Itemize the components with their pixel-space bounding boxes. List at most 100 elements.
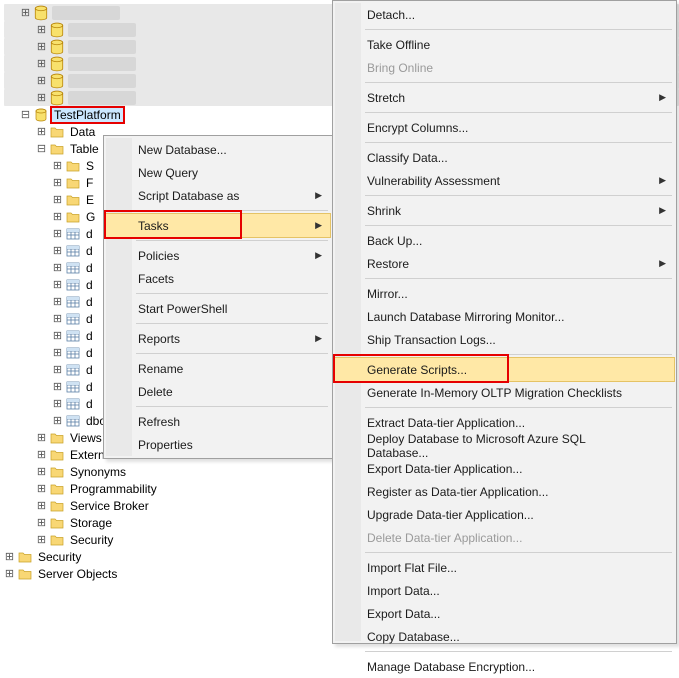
tree-node-label[interactable]: d — [84, 244, 95, 258]
menu-item-vulnerability-assessment[interactable]: Vulnerability Assessment▶ — [335, 169, 674, 192]
expander-icon[interactable] — [36, 466, 47, 477]
menu-item-back-up[interactable]: Back Up... — [335, 229, 674, 252]
expander-icon[interactable] — [52, 330, 63, 341]
expander-icon[interactable] — [36, 483, 47, 494]
menu-item-classify-data[interactable]: Classify Data... — [335, 146, 674, 169]
tree-node-label[interactable]: d — [84, 278, 95, 292]
expander-icon[interactable] — [52, 381, 63, 392]
expander-icon[interactable] — [52, 364, 63, 375]
menu-item-rename[interactable]: Rename — [106, 357, 330, 380]
tree-node-label[interactable]: d — [84, 261, 95, 275]
menu-item-export-data-tier-application[interactable]: Export Data-tier Application... — [335, 457, 674, 480]
menu-item-export-data[interactable]: Export Data... — [335, 602, 674, 625]
menu-item-start-powershell[interactable]: Start PowerShell — [106, 297, 330, 320]
expander-icon[interactable] — [52, 245, 63, 256]
expander-icon[interactable] — [52, 194, 63, 205]
tree-node-label[interactable]: Programmability — [68, 482, 159, 496]
expander-icon[interactable] — [52, 211, 63, 222]
menu-item-label: Upgrade Data-tier Application... — [367, 508, 534, 522]
tree-node-label[interactable]: Security — [68, 533, 115, 547]
menu-item-generate-scripts[interactable]: Generate Scripts... — [335, 358, 674, 381]
tree-node-label[interactable]: d — [84, 295, 95, 309]
expander-icon[interactable] — [36, 534, 47, 545]
tree-node-label[interactable]: d — [84, 363, 95, 377]
tree-node-label[interactable]: d — [84, 346, 95, 360]
menu-item-properties[interactable]: Properties — [106, 433, 330, 456]
menu-item-manage-database-encryption[interactable]: Manage Database Encryption... — [335, 655, 674, 678]
expander-icon[interactable] — [20, 7, 31, 18]
menu-item-reports[interactable]: Reports▶ — [106, 327, 330, 350]
menu-item-new-database[interactable]: New Database... — [106, 138, 330, 161]
menu-item-tasks[interactable]: Tasks▶ — [106, 214, 330, 237]
expander-icon[interactable] — [4, 551, 15, 562]
expander-icon[interactable] — [36, 58, 47, 69]
tree-node-label[interactable]: Synonyms — [68, 465, 128, 479]
tree-node-label[interactable]: G — [84, 210, 97, 224]
tree-node-label[interactable]: Views — [68, 431, 104, 445]
menu-item-new-query[interactable]: New Query — [106, 161, 330, 184]
expander-icon[interactable] — [36, 41, 47, 52]
tree-node-label[interactable]: TestPlatform — [52, 108, 123, 122]
tree-node-label[interactable]: Storage — [68, 516, 114, 530]
tree-node-label[interactable]: d — [84, 329, 95, 343]
menu-item-take-offline[interactable]: Take Offline — [335, 33, 674, 56]
expander-icon[interactable] — [4, 568, 15, 579]
tree-node-label[interactable]: Service Broker — [68, 499, 151, 513]
menu-item-delete[interactable]: Delete — [106, 380, 330, 403]
tree-node-label[interactable]: E — [84, 193, 96, 207]
menu-item-generate-in-memory-oltp-migration-checklists[interactable]: Generate In-Memory OLTP Migration Checkl… — [335, 381, 674, 404]
expander-icon[interactable] — [52, 296, 63, 307]
menu-item-import-data[interactable]: Import Data... — [335, 579, 674, 602]
menu-item-ship-transaction-logs[interactable]: Ship Transaction Logs... — [335, 328, 674, 351]
expander-icon[interactable] — [36, 500, 47, 511]
expander-icon[interactable] — [52, 262, 63, 273]
menu-item-shrink[interactable]: Shrink▶ — [335, 199, 674, 222]
menu-item-stretch[interactable]: Stretch▶ — [335, 86, 674, 109]
tree-node-label[interactable]: d — [84, 380, 95, 394]
menu-item-import-flat-file[interactable]: Import Flat File... — [335, 556, 674, 579]
expander-icon[interactable] — [52, 228, 63, 239]
tree-node-label[interactable]: Data — [68, 125, 97, 139]
menu-item-detach[interactable]: Detach... — [335, 3, 674, 26]
menu-item-restore[interactable]: Restore▶ — [335, 252, 674, 275]
tree-node-label[interactable]: Security — [36, 550, 83, 564]
expander-icon[interactable] — [36, 432, 47, 443]
tree-node-label[interactable]: d — [84, 397, 95, 411]
menu-item-facets[interactable]: Facets — [106, 267, 330, 290]
menu-item-mirror[interactable]: Mirror... — [335, 282, 674, 305]
expander-icon[interactable] — [36, 75, 47, 86]
expander-icon[interactable] — [52, 160, 63, 171]
expander-icon[interactable] — [52, 313, 63, 324]
expander-icon[interactable] — [36, 449, 47, 460]
menu-item-deploy-database-to-microsoft-azure-sql-database[interactable]: Deploy Database to Microsoft Azure SQL D… — [335, 434, 674, 457]
expander-icon[interactable] — [36, 126, 47, 137]
tree-node-label[interactable]: F — [84, 176, 95, 190]
menu-item-label: Vulnerability Assessment — [367, 174, 500, 188]
tree-node-label[interactable]: d — [84, 227, 95, 241]
expander-icon[interactable] — [36, 24, 47, 35]
expander-icon[interactable] — [36, 92, 47, 103]
menu-separator — [365, 407, 672, 408]
menu-item-register-as-data-tier-application[interactable]: Register as Data-tier Application... — [335, 480, 674, 503]
expander-icon[interactable] — [52, 177, 63, 188]
menu-item-refresh[interactable]: Refresh — [106, 410, 330, 433]
expander-icon[interactable] — [36, 517, 47, 528]
expander-icon[interactable] — [52, 279, 63, 290]
menu-item-script-database-as[interactable]: Script Database as▶ — [106, 184, 330, 207]
expander-icon[interactable] — [52, 415, 63, 426]
menu-item-launch-database-mirroring-monitor[interactable]: Launch Database Mirroring Monitor... — [335, 305, 674, 328]
menu-item-encrypt-columns[interactable]: Encrypt Columns... — [335, 116, 674, 139]
menu-item-copy-database[interactable]: Copy Database... — [335, 625, 674, 648]
menu-item-upgrade-data-tier-application[interactable]: Upgrade Data-tier Application... — [335, 503, 674, 526]
expander-icon[interactable] — [20, 109, 31, 120]
tree-node-label[interactable]: Server Objects — [36, 567, 119, 581]
expander-icon[interactable] — [52, 347, 63, 358]
tree-node-label[interactable]: d — [84, 312, 95, 326]
tree-node-label[interactable]: Table — [68, 142, 101, 156]
context-menu-database[interactable]: New Database...New QueryScript Database … — [103, 135, 333, 459]
tree-node-label[interactable]: S — [84, 159, 96, 173]
expander-icon[interactable] — [52, 398, 63, 409]
expander-icon[interactable] — [36, 143, 47, 154]
context-menu-tasks[interactable]: Detach...Take OfflineBring OnlineStretch… — [332, 0, 677, 644]
menu-item-policies[interactable]: Policies▶ — [106, 244, 330, 267]
